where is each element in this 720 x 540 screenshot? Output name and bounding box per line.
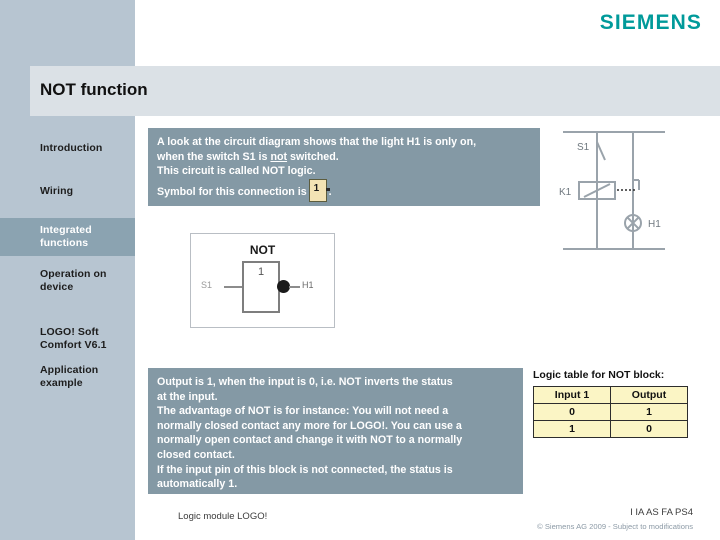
detail-line-5: normally open contact and change it with… bbox=[157, 434, 463, 447]
circuit-diagram-svg: S1 K1 H1 bbox=[559, 131, 665, 250]
sidebar-item-label: Operation on device bbox=[40, 267, 107, 294]
table-row: 1 0 bbox=[533, 420, 688, 438]
table-row: 0 1 bbox=[533, 403, 688, 421]
not-gate-box: 1 bbox=[242, 261, 280, 313]
detail-line-3: The advantage of NOT is for instance: Yo… bbox=[157, 405, 449, 418]
detail-line-6: closed contact. bbox=[157, 448, 235, 461]
intro-line-2-a: when the switch S1 is bbox=[157, 150, 271, 163]
not-block-output-wire bbox=[289, 286, 300, 288]
table-header-row: Input 1 Output bbox=[533, 386, 688, 404]
not-block-output-label: H1 bbox=[302, 280, 314, 290]
table-header-input: Input 1 bbox=[533, 386, 611, 404]
sidebar-item-label: LOGO! Soft Comfort V6.1 bbox=[40, 325, 107, 352]
circuit-diagram: S1 K1 H1 bbox=[555, 128, 710, 253]
intro-line-4-a: Symbol for this connection is bbox=[157, 185, 307, 198]
table-cell-input: 1 bbox=[533, 420, 611, 438]
circuit-switch-label: S1 bbox=[577, 142, 590, 153]
footer-right-text: I IA AS FA PS4 bbox=[630, 507, 693, 518]
not-gate-label: 1 bbox=[257, 266, 265, 278]
table-cell-input: 0 bbox=[533, 403, 611, 421]
detail-line-8: automatically 1. bbox=[157, 478, 238, 491]
intro-line-1: A look at the circuit diagram shows that… bbox=[157, 136, 477, 148]
sidebar-item-introduction[interactable]: Introduction bbox=[0, 135, 135, 163]
footer-copyright: © Siemens AG 2009 - Subject to modificat… bbox=[537, 522, 693, 531]
not-block-input-wire bbox=[224, 286, 243, 288]
intro-line-3: This circuit is called NOT logic. bbox=[157, 165, 316, 178]
circuit-lamp-label: H1 bbox=[648, 219, 661, 230]
page-title: NOT function bbox=[40, 80, 148, 99]
intro-emphasis-not: not bbox=[270, 150, 288, 163]
slide-root: Introduction Wiring Integrated functions… bbox=[0, 0, 720, 540]
sidebar-item-label: Introduction bbox=[40, 142, 103, 155]
detail-line-2: at the input. bbox=[157, 390, 218, 403]
detail-text-panel: Output is 1, when the input is 0, i.e. N… bbox=[148, 368, 523, 494]
sidebar-item-application-example[interactable]: Application example bbox=[0, 358, 135, 396]
not-symbol-inline: 1 bbox=[308, 178, 330, 202]
not-block-title: NOT bbox=[249, 243, 276, 257]
sidebar-item-integrated-functions[interactable]: Integrated functions bbox=[0, 218, 135, 256]
table-cell-output: 1 bbox=[610, 403, 688, 421]
sidebar-item-wiring[interactable]: Wiring bbox=[0, 178, 135, 206]
not-symbol-inline-label: 1 bbox=[313, 182, 320, 194]
footer-left-text: Logic module LOGO! bbox=[178, 511, 268, 522]
not-block-input-label: S1 bbox=[201, 280, 213, 290]
table-cell-output: 0 bbox=[610, 420, 688, 438]
sidebar-item-label: Application example bbox=[40, 363, 99, 390]
table-header-output: Output bbox=[610, 386, 688, 404]
logic-table: Input 1 Output 0 1 1 0 bbox=[533, 386, 688, 438]
sidebar-item-operation-on-device[interactable]: Operation on device bbox=[0, 262, 135, 300]
logic-table-title: Logic table for NOT block: bbox=[533, 369, 665, 381]
detail-line-1: Output is 1, when the input is 0, i.e. N… bbox=[157, 376, 453, 388]
detail-line-7: If the input pin of this block is not co… bbox=[157, 463, 453, 476]
siemens-logo: SIEMENS bbox=[599, 11, 702, 34]
detail-line-4: normally closed contact any more for LOG… bbox=[157, 419, 462, 432]
sidebar-item-logo-soft-comfort[interactable]: LOGO! Soft Comfort V6.1 bbox=[0, 320, 135, 358]
not-block-diagram: NOT S1 1 H1 bbox=[190, 233, 335, 328]
intro-line-4: Symbol for this connection is 1. bbox=[157, 178, 530, 202]
intro-line-2: when the switch S1 is not switched. bbox=[157, 150, 530, 165]
sidebar-item-label: Wiring bbox=[40, 185, 74, 198]
intro-line-2-b: switched. bbox=[287, 150, 339, 163]
circuit-relay-label: K1 bbox=[559, 187, 572, 198]
sidebar-item-label: Integrated functions bbox=[40, 223, 92, 250]
intro-text-panel: A look at the circuit diagram shows that… bbox=[148, 128, 540, 206]
